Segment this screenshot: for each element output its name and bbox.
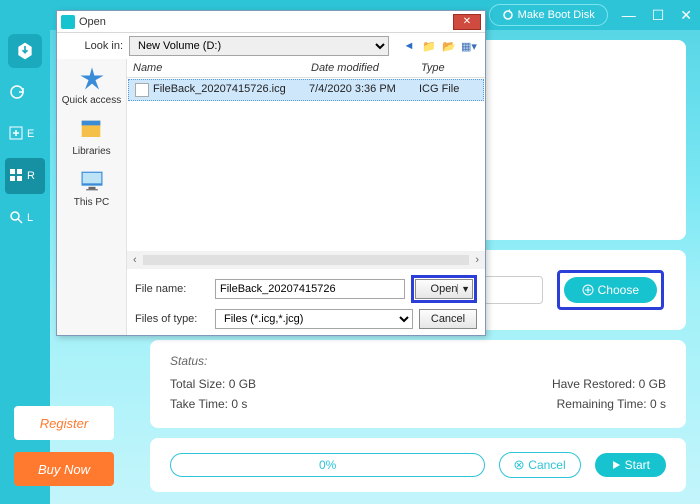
plus-circle-icon xyxy=(582,284,594,296)
maximize-button[interactable]: ☐ xyxy=(652,7,665,24)
libraries-place[interactable]: Libraries xyxy=(72,116,110,157)
start-button[interactable]: Start xyxy=(595,453,666,477)
col-date[interactable]: Date modified xyxy=(311,62,421,74)
up-icon[interactable]: 📁 xyxy=(421,38,437,54)
app-logo xyxy=(8,34,42,68)
chevron-down-icon[interactable]: ▼ xyxy=(457,284,470,294)
back-icon[interactable]: ◄ xyxy=(401,38,417,54)
sidebar-item-1[interactable]: E xyxy=(5,116,45,152)
lookin-label: Look in: xyxy=(65,40,123,52)
file-icon xyxy=(135,83,149,97)
open-highlight: Open▼ xyxy=(411,275,477,303)
views-icon[interactable]: ▦▾ xyxy=(461,38,477,54)
lookin-select[interactable]: New Volume (D:) xyxy=(129,36,389,56)
open-dialog: Open ✕ Look in: New Volume (D:) ◄ 📁 📂 ▦▾… xyxy=(56,10,486,336)
dialog-cancel-button[interactable]: Cancel xyxy=(419,309,477,329)
register-button[interactable]: Register xyxy=(14,406,114,440)
dialog-close-button[interactable]: ✕ xyxy=(453,14,481,30)
close-app-button[interactable]: ✕ xyxy=(680,7,692,24)
make-boot-disk-button[interactable]: Make Boot Disk xyxy=(489,4,608,26)
sidebar-item-3[interactable]: L xyxy=(5,200,45,236)
status-card: Status: Total Size: 0 GB Have Restored: 0… xyxy=(150,340,686,428)
horizontal-scrollbar[interactable]: ‹› xyxy=(127,251,485,269)
choose-highlight: Choose xyxy=(557,270,664,310)
make-boot-label: Make Boot Disk xyxy=(518,9,595,21)
cancel-label: Cancel xyxy=(528,458,565,472)
open-button[interactable]: Open▼ xyxy=(415,279,473,299)
new-folder-icon[interactable]: 📂 xyxy=(441,38,457,54)
col-name[interactable]: Name xyxy=(133,62,311,74)
quick-access-place[interactable]: Quick access xyxy=(62,65,121,106)
plus-icon xyxy=(9,126,25,142)
file-name: FileBack_20207415726.icg xyxy=(153,83,309,97)
start-label: Start xyxy=(625,458,650,472)
x-circle-icon xyxy=(514,460,524,470)
action-card: 0% Cancel Start xyxy=(150,438,686,492)
filename-label: File name: xyxy=(135,283,209,295)
sync-icon xyxy=(9,84,25,100)
progress-label: 0% xyxy=(319,458,336,472)
dialog-icon xyxy=(61,15,75,29)
grid-icon xyxy=(9,168,25,184)
side-label: E xyxy=(27,128,34,140)
side-label: L xyxy=(27,212,33,224)
filename-input[interactable] xyxy=(215,279,405,299)
col-type[interactable]: Type xyxy=(421,62,479,74)
status-remain: Remaining Time: 0 s xyxy=(557,397,666,411)
side-label: R xyxy=(27,170,35,182)
cancel-button[interactable]: Cancel xyxy=(499,452,580,478)
filetype-select[interactable]: Files (*.icg,*.jcg) xyxy=(215,309,413,329)
status-restored: Have Restored: 0 GB xyxy=(552,377,666,391)
file-type: ICG File xyxy=(419,83,477,97)
progress-bar: 0% xyxy=(170,453,485,477)
filetype-label: Files of type: xyxy=(135,313,209,325)
file-row-selected[interactable]: FileBack_20207415726.icg 7/4/2020 3:36 P… xyxy=(128,79,484,101)
sidebar-item-2[interactable]: R xyxy=(5,158,45,194)
refresh-icon xyxy=(502,9,514,21)
play-icon xyxy=(611,460,621,470)
status-take: Take Time: 0 s xyxy=(170,397,247,411)
file-date: 7/4/2020 3:36 PM xyxy=(309,83,419,97)
search-icon xyxy=(9,210,25,226)
sidebar-item-0[interactable] xyxy=(5,74,45,110)
monitor-icon xyxy=(78,167,106,195)
star-icon xyxy=(78,65,106,93)
dialog-title: Open xyxy=(79,16,106,28)
buy-now-button[interactable]: Buy Now xyxy=(14,452,114,486)
this-pc-place[interactable]: This PC xyxy=(74,167,110,208)
choose-label: Choose xyxy=(598,283,639,297)
path-input[interactable] xyxy=(483,276,543,304)
status-total: Total Size: 0 GB xyxy=(170,377,256,391)
choose-button[interactable]: Choose xyxy=(564,277,657,303)
status-title: Status: xyxy=(170,354,666,368)
libraries-icon xyxy=(77,116,105,144)
minimize-button[interactable]: — xyxy=(622,7,636,24)
